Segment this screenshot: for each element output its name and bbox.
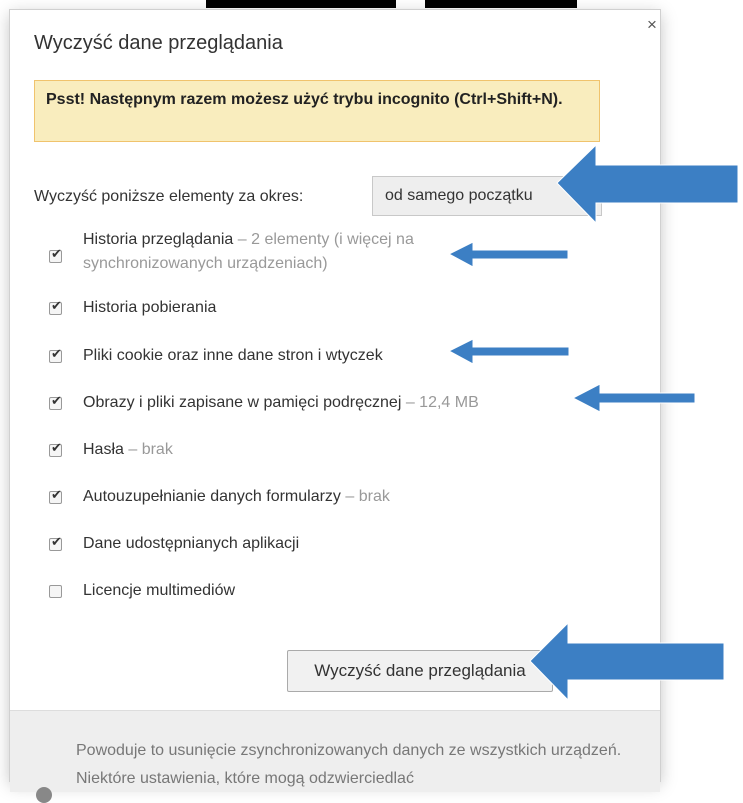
annotation-arrow-icon [571, 383, 696, 413]
annotation-arrow-icon [447, 241, 569, 268]
annotation-arrow-icon [447, 338, 570, 365]
annotation-arrow-icon [529, 621, 725, 702]
annotation-arrow-icon [556, 143, 739, 225]
annotation-arrows [447, 143, 739, 702]
info-icon [36, 787, 52, 803]
